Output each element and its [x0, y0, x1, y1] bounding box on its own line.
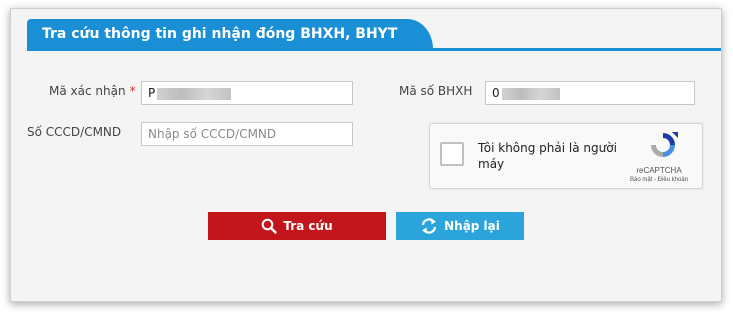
recaptcha-terms[interactable]: Bảo mật - Điều khoản — [618, 177, 700, 183]
form-title: Tra cứu thông tin ghi nhận đóng BHXH, BH… — [27, 19, 407, 49]
recaptcha-brand: reCAPTCHA — [636, 166, 682, 175]
refresh-icon — [422, 218, 437, 234]
bhxh-input[interactable]: 0 — [485, 81, 695, 105]
form-title-tail — [407, 19, 433, 49]
cccd-input[interactable]: Nhập số CCCD/CMND — [141, 122, 353, 146]
search-button[interactable]: Tra cứu — [208, 212, 386, 240]
recaptcha-text: Tôi không phải là người máy — [478, 141, 617, 171]
recaptcha-widget: Tôi không phải là người máy reCAPTCHA Bả… — [429, 123, 703, 189]
confirm-code-value: P — [148, 86, 156, 100]
bhxh-label: Mã số BHXH — [399, 84, 473, 98]
recaptcha-logo-icon — [651, 132, 678, 157]
redacted-value — [157, 87, 232, 100]
reset-button-label: Nhập lại — [444, 219, 500, 233]
reset-button[interactable]: Nhập lại — [396, 212, 524, 240]
bhxh-value: 0 — [492, 86, 500, 100]
confirm-code-label-text: Mã xác nhận — [49, 84, 126, 98]
recaptcha-checkbox[interactable] — [440, 142, 464, 166]
search-button-label: Tra cứu — [283, 219, 333, 233]
redacted-value — [501, 87, 560, 100]
confirm-code-label: Mã xác nhận * — [49, 84, 136, 98]
magnifier-icon — [262, 218, 278, 234]
required-mark: * — [129, 84, 136, 98]
form-title-underline — [27, 48, 721, 51]
cccd-label: Số CCCD/CMND — [27, 125, 122, 139]
confirm-code-input[interactable]: P — [141, 81, 353, 105]
